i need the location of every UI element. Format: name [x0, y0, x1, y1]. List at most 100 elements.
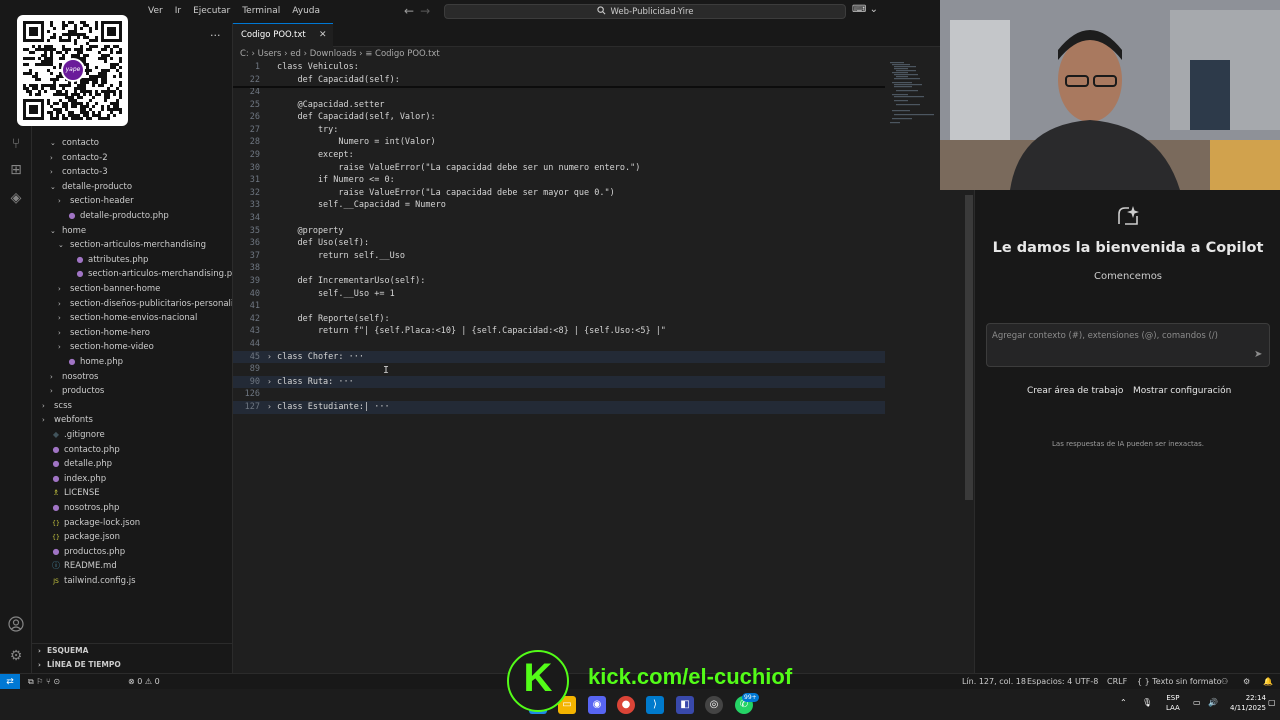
- back-arrow-icon[interactable]: ←: [404, 0, 414, 23]
- tree-item[interactable]: › scss: [32, 399, 232, 414]
- source-control-icon[interactable]: ⑂: [7, 135, 25, 153]
- tray-chevron-icon[interactable]: ⌃: [1120, 698, 1127, 707]
- code-line[interactable]: 35 @property: [233, 225, 965, 238]
- cursor-position[interactable]: Lín. 127, col. 18: [962, 674, 1026, 690]
- tree-item[interactable]: ⌄ section-articulos-merchandising: [32, 238, 232, 253]
- tree-item[interactable]: ● detalle.php: [32, 457, 232, 472]
- code-line[interactable]: 37 return self.__Uso: [233, 250, 965, 263]
- code-line[interactable]: 89: [233, 363, 965, 376]
- tree-item[interactable]: › section-diseños-publicitarios-personali…: [32, 297, 232, 312]
- python-icon[interactable]: ◈: [7, 189, 25, 207]
- section-linea-de-tiempo[interactable]: › LÍNEA DE TIEMPO: [32, 658, 233, 672]
- tree-item[interactable]: ● detalle-producto.php: [32, 209, 232, 224]
- code-line[interactable]: 44: [233, 338, 965, 351]
- tree-item[interactable]: › contacto-3: [32, 165, 232, 180]
- code-line[interactable]: 34: [233, 212, 965, 225]
- tree-item[interactable]: ● productos.php: [32, 545, 232, 560]
- code-line[interactable]: 26 def Capacidad(self, Valor):: [233, 111, 965, 124]
- clock[interactable]: 22:14 4/11/2025: [1230, 693, 1266, 713]
- copilot-status-icon[interactable]: ⚇: [1221, 674, 1228, 690]
- tree-item[interactable]: ● home.php: [32, 355, 232, 370]
- forward-arrow-icon[interactable]: →: [420, 0, 430, 23]
- copilot-menu-icon[interactable]: ⌨ ⌄: [852, 4, 878, 15]
- account-icon[interactable]: [7, 616, 25, 634]
- language-mode[interactable]: { } Texto sin formato: [1137, 674, 1221, 690]
- extensions-icon[interactable]: ⊞: [7, 161, 25, 179]
- tree-item[interactable]: › section-banner-home: [32, 282, 232, 297]
- microphone-icon[interactable]: 🎙: [1142, 698, 1152, 707]
- breadcrumb-downloads[interactable]: Downloads: [310, 49, 357, 59]
- send-icon[interactable]: ➤: [1254, 349, 1262, 360]
- sticky-scroll-line[interactable]: 1 class Vehiculos:: [233, 61, 965, 74]
- chrome-icon[interactable]: ●: [617, 696, 635, 714]
- tree-item[interactable]: › section-home-video: [32, 340, 232, 355]
- settings-gear-icon[interactable]: ⚙: [7, 647, 25, 665]
- tree-item[interactable]: › section-header: [32, 194, 232, 209]
- tree-item[interactable]: › productos: [32, 384, 232, 399]
- breadcrumb-file[interactable]: Codigo POO.txt: [375, 49, 440, 59]
- code-line[interactable]: 31 if Numero <= 0:: [233, 174, 965, 187]
- breadcrumb-ed[interactable]: ed: [290, 49, 301, 59]
- problems-indicator[interactable]: ⊗ 0 ⚠ 0: [128, 674, 160, 690]
- sticky-scroll-line[interactable]: 22 def Capacidad(self):: [233, 74, 965, 87]
- menu-ejecutar[interactable]: Ejecutar: [187, 0, 236, 23]
- code-editor[interactable]: 1 class Vehiculos: 22 def Capacidad(self):…: [233, 60, 965, 673]
- notifications-center-icon[interactable]: ▢: [1268, 698, 1276, 707]
- indentation[interactable]: Espacios: 4: [1027, 674, 1072, 690]
- app-icon[interactable]: ◧: [676, 696, 694, 714]
- menu-ir[interactable]: Ir: [169, 0, 187, 23]
- code-line[interactable]: 32 raise ValueError("La capacidad debe s…: [233, 187, 965, 200]
- tree-item[interactable]: ⌄ detalle-producto: [32, 180, 232, 195]
- tree-item[interactable]: ● section-articulos-merchandising.php: [32, 267, 233, 282]
- tree-item[interactable]: ● nosotros.php: [32, 501, 232, 516]
- create-workspace-button[interactable]: Crear área de trabajo: [1027, 382, 1123, 400]
- code-line[interactable]: 33 self.__Capacidad = Numero: [233, 199, 965, 212]
- fold-chevron-icon[interactable]: ›: [267, 376, 272, 389]
- more-actions-icon[interactable]: ···: [210, 29, 221, 42]
- code-line[interactable]: 36 def Uso(self):: [233, 237, 965, 250]
- fold-chevron-icon[interactable]: ›: [267, 351, 272, 364]
- folded-code-line[interactable]: 90 › class Ruta: ···: [233, 375, 885, 389]
- tree-item[interactable]: › contacto-2: [32, 151, 232, 166]
- code-line[interactable]: 43 return f"| {self.Placa:<10} | {self.C…: [233, 325, 965, 338]
- code-line[interactable]: 29 except:: [233, 149, 965, 162]
- code-line[interactable]: 39 def IncrementarUso(self):: [233, 275, 965, 288]
- code-line[interactable]: 40 self.__Uso += 1: [233, 288, 965, 301]
- command-center[interactable]: Web-Publicidad-Yire: [444, 4, 846, 19]
- code-line[interactable]: 27 try:: [233, 124, 965, 137]
- code-line[interactable]: 30 raise ValueError("La capacidad debe s…: [233, 162, 965, 175]
- breadcrumb-users[interactable]: Users: [258, 49, 282, 59]
- tree-item[interactable]: › nosotros: [32, 370, 232, 385]
- obs-icon[interactable]: ◎: [705, 696, 723, 714]
- tree-item[interactable]: {} package.json: [32, 530, 232, 545]
- network-icon[interactable]: ▭: [1193, 698, 1201, 707]
- code-line[interactable]: 41: [233, 300, 965, 313]
- code-line[interactable]: 42 def Reporte(self):: [233, 313, 965, 326]
- code-line[interactable]: 126: [233, 388, 965, 401]
- tree-item[interactable]: ⌄ contacto: [32, 136, 232, 151]
- section-esquema[interactable]: › ESQUEMA: [32, 644, 233, 658]
- tree-item[interactable]: ⓘ README.md: [32, 559, 232, 574]
- tree-item[interactable]: › section-home-envios-nacional: [32, 311, 232, 326]
- tree-item[interactable]: › section-home-hero: [32, 326, 232, 341]
- remote-indicator-icon[interactable]: ⇄: [0, 674, 20, 690]
- line-endings[interactable]: CRLF: [1107, 674, 1127, 690]
- folded-code-line[interactable]: 127 › class Estudiante:| ···: [233, 401, 885, 414]
- tab-codigo-poo[interactable]: Codigo POO.txt ✕: [233, 23, 333, 47]
- tree-item[interactable]: ● contacto.php: [32, 443, 232, 458]
- code-line[interactable]: 25 @Capacidad.setter: [233, 99, 965, 112]
- copilot-chat-input[interactable]: Agregar contexto (#), extensiones (@), c…: [986, 323, 1270, 367]
- tree-item[interactable]: ● index.php: [32, 472, 232, 487]
- tree-item[interactable]: ♗ LICENSE: [32, 486, 232, 501]
- tree-item[interactable]: ● attributes.php: [32, 253, 232, 268]
- vscode-icon[interactable]: ⟩: [646, 696, 664, 714]
- tree-item[interactable]: ◆ .gitignore: [32, 428, 232, 443]
- tree-item[interactable]: ⌄ home: [32, 224, 232, 239]
- editor-scrollbar[interactable]: [965, 195, 973, 500]
- show-config-button[interactable]: Mostrar configuración: [1133, 382, 1231, 400]
- accounts-status-icon[interactable]: ⚙: [1243, 674, 1250, 690]
- code-line[interactable]: 38: [233, 262, 965, 275]
- volume-icon[interactable]: 🔊: [1208, 698, 1218, 707]
- encoding[interactable]: UTF-8: [1075, 674, 1098, 690]
- menu-terminal[interactable]: Terminal: [236, 0, 286, 23]
